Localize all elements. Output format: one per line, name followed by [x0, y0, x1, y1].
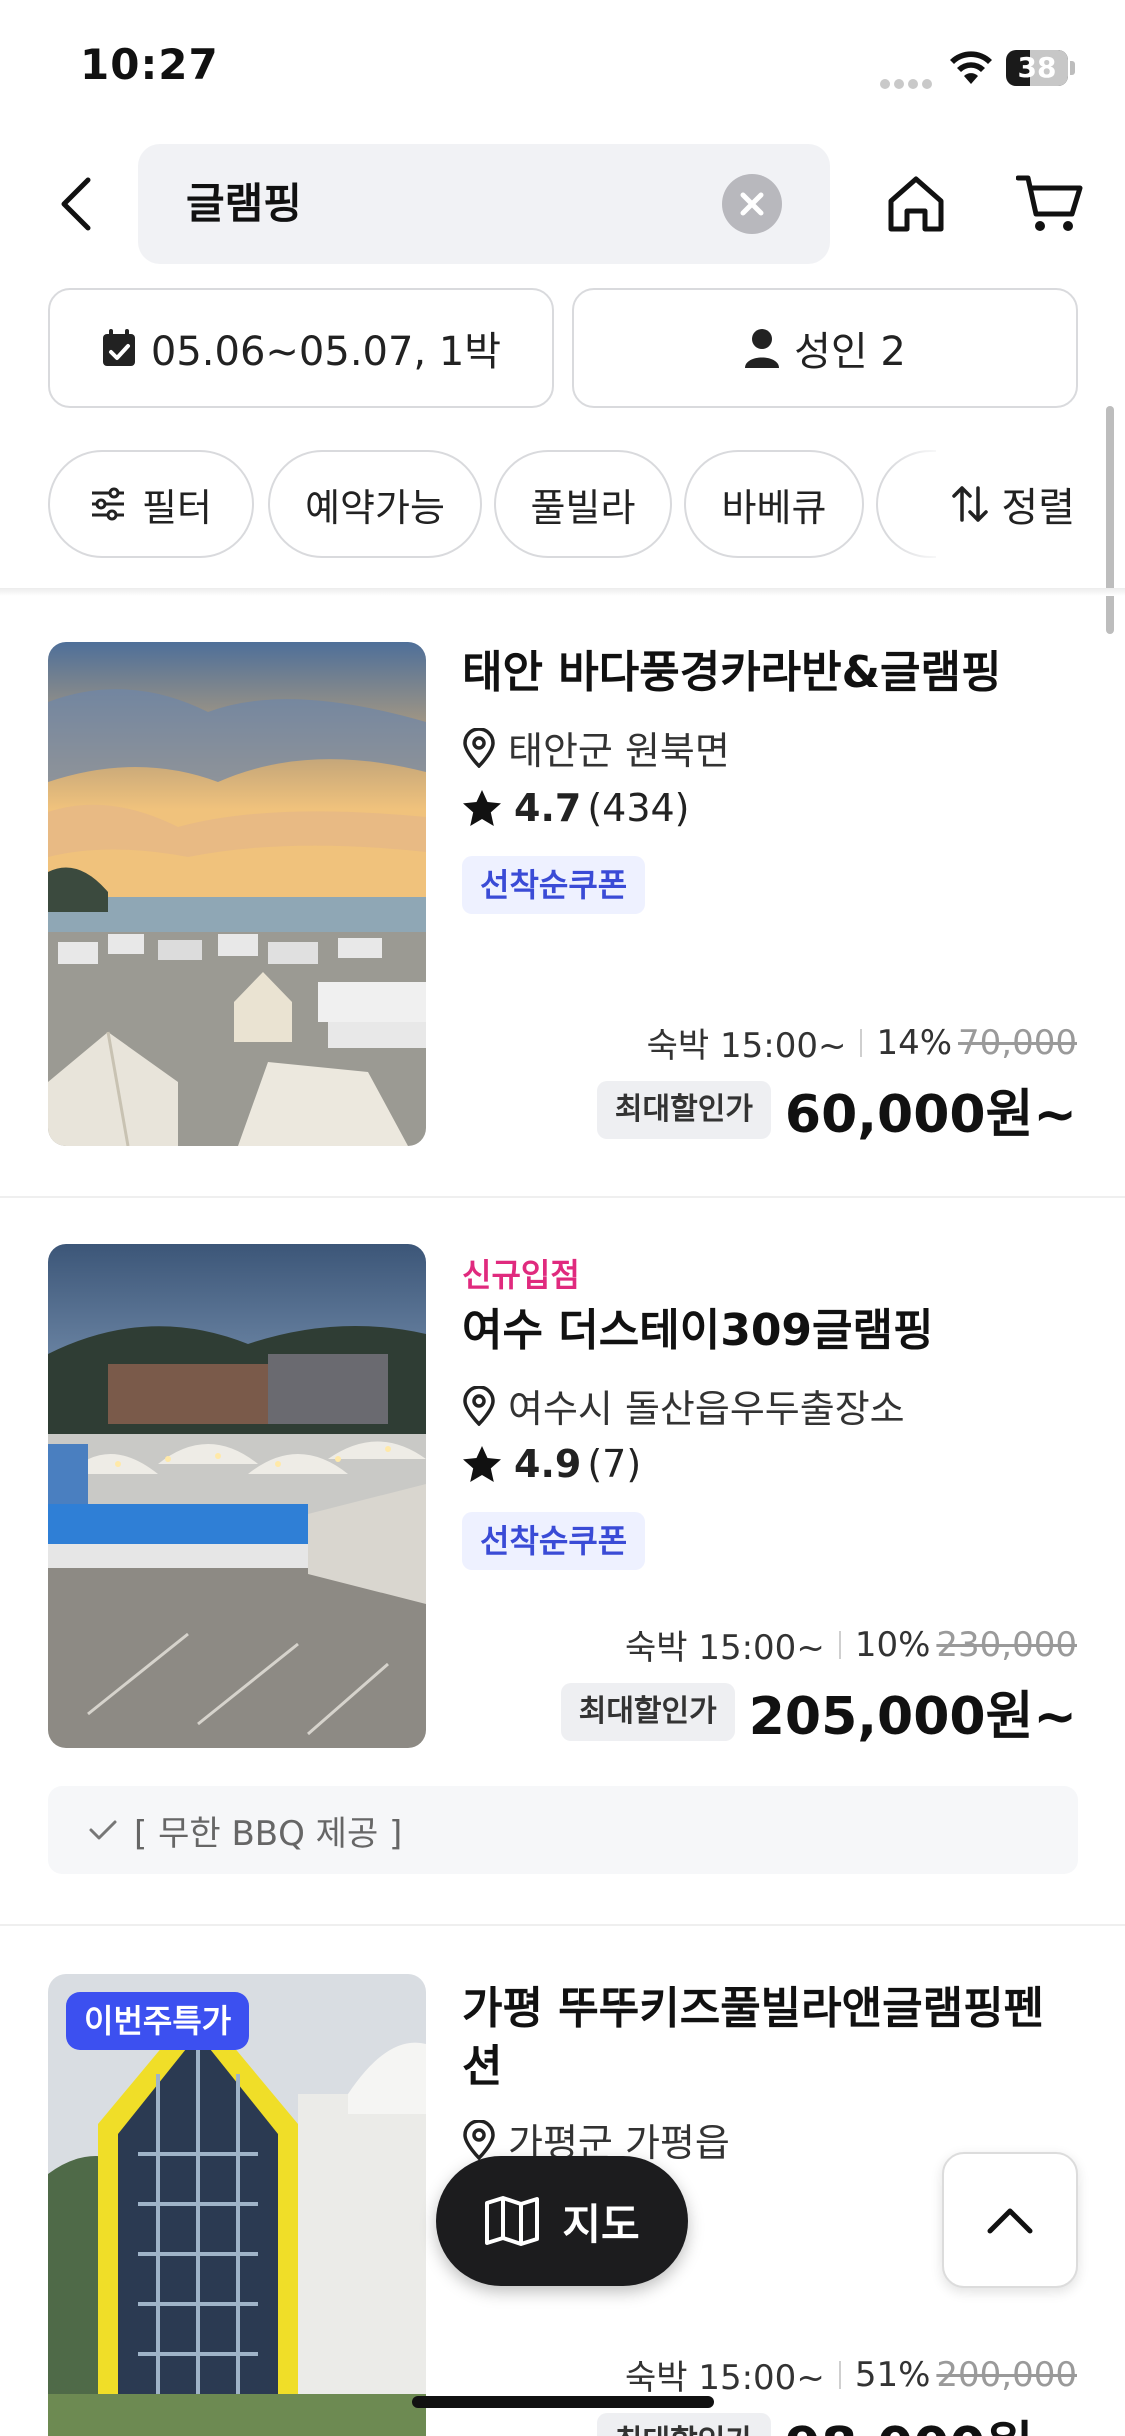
battery-level: 38 [1017, 51, 1057, 84]
star-icon [462, 789, 502, 827]
original-price: 200,000 [936, 2354, 1077, 2395]
header-divider [0, 588, 1125, 596]
battery-icon: 38 [1006, 50, 1076, 88]
person-icon [744, 328, 780, 368]
discount-rate: 14% [876, 1022, 953, 1063]
checkin-time: 숙박 15:00~ [624, 2358, 825, 2398]
max-discount-tag: 최대할인가 [596, 2412, 771, 2436]
benefit-text: [ 무한 BBQ 제공 ] [134, 1813, 403, 1854]
listing-name: 태안 바다풍경카라반&글램핑 [462, 647, 1002, 698]
map-button-label: 지도 [562, 2199, 640, 2249]
max-discount-tag: 최대할인가 [560, 1682, 735, 1741]
cart-icon [1016, 175, 1083, 231]
price-row: 최대할인가 98,000원~ [596, 2404, 1077, 2436]
checkmark-icon [88, 1818, 118, 1842]
divider [838, 2360, 841, 2389]
scroll-to-top-button[interactable] [942, 2152, 1078, 2288]
chip-label: 풀빌라 [530, 485, 636, 530]
date-selector[interactable]: 05.06~05.07, 1박 [48, 288, 554, 408]
listing-name: 여수 더스테이309글램핑 [462, 1305, 934, 1356]
list-divider [0, 1924, 1125, 1926]
original-price: 230,000 [936, 1624, 1077, 1665]
rating-score: 4.7 [514, 786, 582, 830]
listing-photo [48, 642, 426, 1146]
map-pin-icon [462, 727, 496, 768]
map-view-button[interactable]: 지도 [436, 2156, 688, 2286]
price-row: 최대할인가 60,000원~ [596, 1072, 1077, 1147]
sort-arrows-icon [951, 484, 989, 524]
cellular-signal-icon [880, 74, 936, 89]
sort-button[interactable]: 정렬 [888, 450, 1125, 558]
close-icon [740, 192, 764, 216]
home-button[interactable] [880, 164, 952, 244]
price-meta: 숙박 15:00~ 14% 70,000 [647, 1018, 1077, 1067]
listing-photo: 이번주특가 [48, 1974, 426, 2436]
new-listing-badge: 신규입점 [462, 1256, 580, 1294]
home-indicator [412, 2396, 714, 2408]
date-range: 05.06~05.07, 1박 [150, 329, 502, 375]
listing-rating: 4.7 (434) [462, 786, 690, 830]
home-icon [888, 176, 944, 232]
chevron-left-icon [61, 177, 91, 231]
map-pin-icon [462, 2119, 496, 2160]
chip-available[interactable]: 예약가능 [268, 450, 482, 558]
discount-rate: 51% [854, 2354, 931, 2395]
listing-location: 태안군 원북면 [462, 720, 730, 775]
chevron-up-icon [987, 2208, 1033, 2234]
chip-pool-villa[interactable]: 풀빌라 [494, 450, 672, 558]
map-icon [484, 2195, 540, 2247]
guest-selector[interactable]: 성인 2 [572, 288, 1078, 408]
coupon-badge: 선착순쿠폰 [462, 856, 646, 914]
checkin-time: 숙박 15:00~ [624, 1628, 825, 1668]
original-price: 70,000 [958, 1022, 1077, 1063]
review-count: (434) [587, 786, 690, 830]
rating-score: 4.9 [514, 1442, 582, 1486]
sort-label: 정렬 [1001, 485, 1075, 531]
back-button[interactable] [44, 164, 108, 244]
listing-name: 가평 뚜뚜키즈풀빌라앤글램핑펜션 [462, 1983, 1045, 2092]
price-meta: 숙박 15:00~ 10% 230,000 [625, 1620, 1077, 1669]
price: 98,000원~ [785, 2404, 1077, 2436]
listing-location: 여수시 돌산읍우두출장소 [462, 1378, 905, 1433]
search-query: 글램핑 [186, 179, 302, 228]
star-icon [462, 1445, 502, 1483]
divider [860, 1028, 863, 1057]
cart-button[interactable] [1010, 164, 1090, 244]
special-deal-badge: 이번주특가 [66, 1992, 250, 2050]
status-bar: 10:27 38 [0, 0, 1125, 140]
max-discount-tag: 최대할인가 [596, 1080, 771, 1139]
review-count: (7) [587, 1442, 642, 1486]
wifi-icon [950, 51, 992, 84]
coupon-badge: 선착순쿠폰 [462, 1512, 646, 1570]
listing-photo [48, 1244, 426, 1748]
chip-label: 예약가능 [305, 485, 445, 530]
price-meta: 숙박 15:00~ 51% 200,000 [625, 2350, 1077, 2399]
listing-rating: 4.9 (7) [462, 1442, 641, 1486]
discount-rate: 10% [854, 1624, 931, 1665]
list-divider [0, 1196, 1125, 1198]
price: 205,000원~ [748, 1687, 1077, 1747]
chip-bbq[interactable]: 바베큐 [684, 450, 864, 558]
location-text: 태안군 원북면 [508, 729, 730, 773]
price-row: 최대할인가 205,000원~ [560, 1674, 1077, 1749]
benefit-banner: [ 무한 BBQ 제공 ] [48, 1786, 1078, 1874]
search-input[interactable]: 글램핑 [138, 144, 830, 264]
filter-label: 필터 [142, 485, 212, 530]
checkin-time: 숙박 15:00~ [646, 1026, 847, 1066]
price: 60,000원~ [784, 1085, 1077, 1145]
location-text: 여수시 돌산읍우두출장소 [508, 1387, 905, 1431]
divider [838, 1630, 841, 1659]
chip-label: 바베큐 [721, 485, 827, 530]
map-pin-icon [462, 1385, 496, 1426]
guest-count: 성인 2 [794, 329, 906, 375]
status-time: 10:27 [80, 40, 219, 89]
clear-search-button[interactable] [722, 174, 782, 234]
scrollbar[interactable] [1106, 406, 1114, 634]
calendar-icon [101, 328, 137, 368]
filter-button[interactable]: 필터 [48, 450, 254, 558]
sliders-icon [90, 487, 126, 521]
